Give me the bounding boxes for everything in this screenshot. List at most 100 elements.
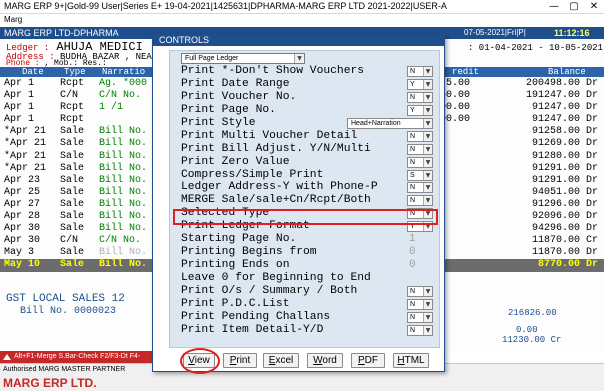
option-select[interactable]: S ▼	[407, 169, 433, 181]
ledger-cell-type: C/N	[60, 235, 79, 247]
ledger-cell-date: Apr 1	[4, 90, 35, 102]
option-select[interactable]: Head+Narration ▼	[347, 117, 433, 129]
option-value: N	[410, 210, 416, 218]
menu-bar: Marg	[0, 14, 604, 27]
excel-label: xcel	[275, 355, 294, 366]
ledger-cell-date: *Apr 21	[4, 162, 47, 174]
ledger-format-select[interactable]: Full Page Ledger ▼	[181, 53, 305, 64]
option-label: Print Page No.	[181, 103, 276, 116]
ledger-cell-balance: 91269.00 Dr	[531, 138, 598, 150]
chevron-down-icon[interactable]: ▼	[423, 105, 432, 115]
chevron-down-icon[interactable]: ▼	[423, 286, 432, 296]
option-select[interactable]: N ▼	[407, 182, 433, 194]
option-select[interactable]: N ▼	[407, 156, 433, 168]
option-row: Print Zero Value N ▼	[181, 156, 439, 169]
chevron-down-icon[interactable]: ▼	[423, 144, 432, 154]
option-select[interactable]: N ▼	[407, 195, 433, 207]
pdf-label: DF	[364, 355, 378, 366]
close-button[interactable]: ✕	[584, 0, 604, 14]
option-select[interactable]: N ▼	[407, 311, 433, 323]
ledger-cell-type: Sale	[60, 186, 85, 198]
chevron-down-icon[interactable]: ▼	[423, 325, 432, 335]
window-controls: — ▢ ✕	[544, 0, 604, 14]
menu-marg[interactable]: Marg	[4, 15, 22, 24]
chevron-down-icon[interactable]: ▼	[423, 118, 432, 128]
option-label: Print Ledger Format	[181, 220, 310, 233]
minimize-button[interactable]: —	[544, 0, 564, 14]
html-button[interactable]: HTML	[393, 353, 429, 368]
ledger-cell-date: *Apr 21	[4, 126, 47, 138]
ledger-cell-narration: Bill No.	[99, 198, 148, 210]
option-label: Compress/Simple Print	[181, 168, 324, 181]
col-date: Date	[22, 67, 44, 77]
option-select[interactable]: N ▼	[407, 66, 433, 77]
chevron-down-icon[interactable]: ▼	[423, 222, 432, 232]
option-value: N	[410, 184, 416, 192]
hotkey-text: Alt+F1-Merge S.Bar-Check F2/F3-Dt F4-	[14, 353, 141, 360]
ledger-cell-type: Sale	[60, 223, 85, 235]
chevron-down-icon[interactable]: ▼	[423, 299, 432, 309]
option-select[interactable]: N ▼	[407, 285, 433, 297]
ledger-cell-narration: C/N No.	[99, 90, 142, 102]
pdf-button[interactable]: PDF	[351, 353, 385, 368]
chevron-down-icon[interactable]: ▼	[423, 157, 432, 167]
option-row: Printing Ends on 0	[181, 259, 439, 272]
option-row: Print Style Head+Narration ▼	[181, 117, 439, 130]
chevron-down-icon[interactable]: ▼	[423, 92, 432, 102]
option-select[interactable]: Y ▼	[407, 221, 433, 233]
ledger-format-value: Full Page Ledger	[185, 55, 239, 62]
option-value: N	[410, 197, 416, 205]
ledger-cell-narration: Bill No.	[99, 138, 148, 150]
ledger-cell-balance: 200498.00 Dr	[525, 78, 598, 89]
ledger-cell-narration: Bill No.	[99, 126, 148, 138]
option-number-input[interactable]: 0	[409, 259, 416, 272]
ledger-cell-narration: Bill No.	[99, 150, 148, 162]
chevron-down-icon[interactable]: ▼	[423, 67, 432, 76]
option-select[interactable]: N ▼	[407, 324, 433, 336]
option-select[interactable]: N ▼	[407, 91, 433, 103]
option-value: Y	[410, 223, 415, 231]
ledger-cell-balance: 91296.00 Dr	[531, 198, 598, 210]
chevron-down-icon[interactable]: ▼	[423, 131, 432, 141]
option-select[interactable]: N ▼	[407, 130, 433, 142]
option-value: N	[410, 300, 416, 308]
option-select[interactable]: Y ▼	[407, 78, 433, 90]
maximize-button[interactable]: ▢	[564, 0, 584, 14]
chevron-down-icon[interactable]: ▼	[423, 312, 432, 322]
ledger-cell-date: Apr 1	[4, 102, 35, 114]
col-credit: redit	[452, 67, 480, 77]
ledger-cell-narration: Bill No.	[99, 247, 148, 259]
ledger-cell-balance: 11870.00 Dr	[531, 247, 598, 259]
option-select[interactable]: N ▼	[407, 298, 433, 310]
chevron-down-icon[interactable]: ▼	[294, 54, 304, 63]
expand-arrow-icon[interactable]	[3, 354, 11, 360]
option-number-input[interactable]: 0	[409, 246, 416, 259]
ledger-cell-type: C/N	[60, 90, 79, 102]
word-button[interactable]: Word	[307, 353, 343, 368]
chevron-down-icon[interactable]: ▼	[423, 183, 432, 193]
word-label: ord	[322, 355, 337, 366]
ledger-cell-date: May 3	[4, 247, 35, 259]
chevron-down-icon[interactable]: ▼	[423, 209, 432, 219]
option-value: N	[410, 287, 416, 295]
date-period: : 01-04-2021 - 10-05-2021	[468, 43, 604, 53]
chevron-down-icon[interactable]: ▼	[423, 170, 432, 180]
html-accel: H	[397, 355, 405, 366]
option-number-input[interactable]: 1	[409, 233, 416, 246]
option-select[interactable]: Y ▼	[407, 104, 433, 116]
dialog-title: CONTROLS	[159, 35, 210, 45]
ledger-cell-date: Apr 30	[4, 235, 41, 247]
option-row: Print Ledger Format Y ▼	[181, 220, 439, 233]
excel-button[interactable]: Excel	[263, 353, 299, 368]
option-select[interactable]: N ▼	[407, 143, 433, 155]
chevron-down-icon[interactable]: ▼	[423, 79, 432, 89]
view-button[interactable]: View	[183, 353, 215, 368]
option-select[interactable]: N ▼	[407, 208, 433, 220]
print-button[interactable]: Print	[223, 353, 257, 368]
company-name: MARG ERP LTD-DPHARMA	[4, 28, 119, 38]
chevron-down-icon[interactable]: ▼	[423, 196, 432, 206]
gst-title: GST LOCAL SALES 12	[6, 293, 125, 305]
html-label: TML	[404, 355, 425, 366]
option-row: Starting Page No. 1	[181, 233, 439, 246]
ledger-cell-balance: 91291.00 Dr	[531, 174, 598, 186]
